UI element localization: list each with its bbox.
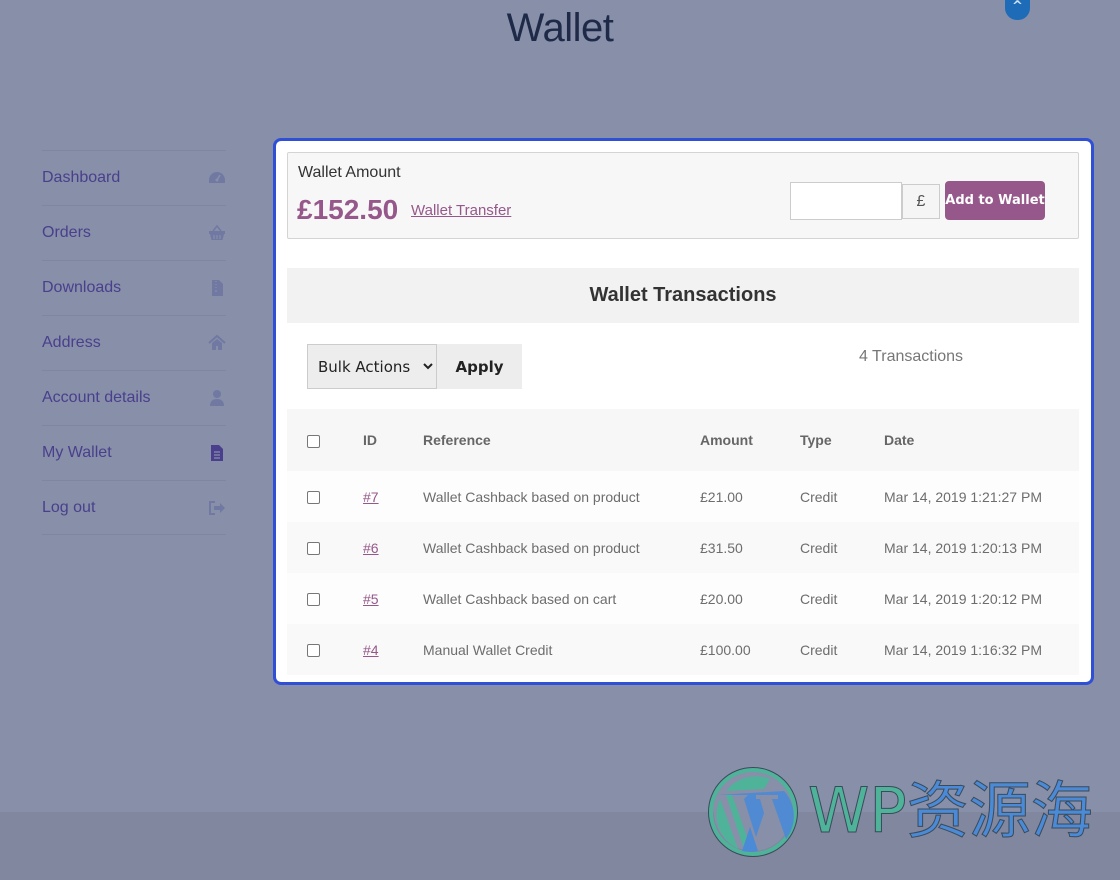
amount-cell: £100.00 <box>700 624 800 675</box>
apply-button[interactable]: Apply <box>437 344 522 389</box>
sign-out-icon <box>208 499 226 517</box>
date-cell: Mar 14, 2019 1:20:12 PM <box>884 573 1079 624</box>
select-all-checkbox[interactable] <box>307 434 320 448</box>
sidebar-item-label: Downloads <box>42 279 122 296</box>
wallet-balance: £152.50 <box>297 194 399 225</box>
row-checkbox[interactable] <box>307 644 320 658</box>
column-header-type: Type <box>800 409 884 471</box>
sidebar-item-orders[interactable]: Orders <box>42 205 226 260</box>
type-cell: Credit <box>800 471 884 522</box>
shopping-basket-icon <box>208 224 226 242</box>
amount-cell: £20.00 <box>700 573 800 624</box>
transaction-count: 4 Transactions <box>859 348 964 365</box>
select-all-cell <box>287 409 363 471</box>
sidebar-item-label: Address <box>42 334 101 351</box>
currency-symbol: £ <box>902 184 940 219</box>
row-select-cell <box>287 573 363 624</box>
row-checkbox[interactable] <box>307 542 320 556</box>
wallet-panel: Wallet Amount £152.50 Wallet Transfer £ … <box>273 138 1094 685</box>
amount-cell: £21.00 <box>700 471 800 522</box>
sidebar-item-dashboard[interactable]: Dashboard <box>42 150 226 205</box>
add-to-wallet-button[interactable]: Add to Wallet <box>945 181 1045 220</box>
sidebar-item-log-out[interactable]: Log out <box>42 480 226 535</box>
transactions-title: Wallet Transactions <box>287 268 1079 323</box>
transaction-id-link[interactable]: #7 <box>363 489 379 505</box>
table-row: #5 Wallet Cashback based on cart £20.00 … <box>287 573 1079 624</box>
topup-amount-input[interactable] <box>790 182 902 220</box>
transaction-id-link[interactable]: #6 <box>363 540 379 556</box>
date-cell: Mar 14, 2019 1:16:32 PM <box>884 624 1079 675</box>
home-icon <box>208 334 226 352</box>
file-text-icon <box>208 444 226 462</box>
user-icon <box>208 389 226 407</box>
wallet-transfer-link[interactable]: Wallet Transfer <box>411 202 511 219</box>
sidebar-item-label: Dashboard <box>42 169 121 186</box>
chevron-up-icon: ^ <box>1012 0 1023 14</box>
reference-cell: Wallet Cashback based on product <box>423 522 700 573</box>
type-cell: Credit <box>800 573 884 624</box>
watermark-cjk: 资源海 <box>906 777 1093 847</box>
sidebar-item-downloads[interactable]: Downloads <box>42 260 226 315</box>
column-header-id: ID <box>363 409 423 471</box>
date-cell: Mar 14, 2019 1:21:27 PM <box>884 471 1079 522</box>
file-archive-icon <box>208 279 226 297</box>
date-cell: Mar 14, 2019 1:20:13 PM <box>884 522 1079 573</box>
column-header-amount: Amount <box>700 409 800 471</box>
sidebar-item-label: Account details <box>42 389 151 406</box>
transactions-table: ID Reference Amount Type Date #7 Wallet … <box>287 409 1079 675</box>
sidebar-item-label: Log out <box>42 498 96 516</box>
table-row: #6 Wallet Cashback based on product £31.… <box>287 522 1079 573</box>
type-cell: Credit <box>800 624 884 675</box>
table-header-row: ID Reference Amount Type Date <box>287 409 1079 471</box>
row-checkbox[interactable] <box>307 491 320 505</box>
bulk-actions-select[interactable]: Bulk Actions <box>307 344 437 389</box>
amount-cell: £31.50 <box>700 522 800 573</box>
table-row: #4 Manual Wallet Credit £100.00 Credit M… <box>287 624 1079 675</box>
row-select-cell <box>287 522 363 573</box>
id-cell: #7 <box>363 471 423 522</box>
watermark: WP资源海 <box>706 765 1106 860</box>
id-cell: #6 <box>363 522 423 573</box>
wallet-balance-box: Wallet Amount £152.50 Wallet Transfer £ … <box>287 152 1079 239</box>
sidebar-item-account-details[interactable]: Account details <box>42 370 226 425</box>
wallet-amount-label: Wallet Amount <box>298 164 401 181</box>
sidebar-item-my-wallet[interactable]: My Wallet <box>42 425 226 480</box>
reference-cell: Wallet Cashback based on cart <box>423 573 700 624</box>
row-select-cell <box>287 624 363 675</box>
sidebar-item-label: My Wallet <box>42 444 112 461</box>
column-header-reference: Reference <box>423 409 700 471</box>
page-title: Wallet <box>506 6 614 50</box>
table-row: #7 Wallet Cashback based on product £21.… <box>287 471 1079 522</box>
type-cell: Credit <box>800 522 884 573</box>
id-cell: #4 <box>363 624 423 675</box>
row-checkbox[interactable] <box>307 593 320 607</box>
dashboard-gauge-icon <box>208 169 226 187</box>
watermark-latin: WP <box>808 774 908 847</box>
sidebar-item-address[interactable]: Address <box>42 315 226 370</box>
wordpress-logo-icon <box>708 767 798 857</box>
transaction-id-link[interactable]: #5 <box>363 591 379 607</box>
transaction-id-link[interactable]: #4 <box>363 642 379 658</box>
sidebar-item-label: Orders <box>42 224 91 241</box>
account-navigation: Dashboard Orders Downloads Address Accou… <box>42 150 226 535</box>
id-cell: #5 <box>363 573 423 624</box>
reference-cell: Wallet Cashback based on product <box>423 471 700 522</box>
row-select-cell <box>287 471 363 522</box>
column-header-date: Date <box>884 409 1079 471</box>
watermark-text: WP资源海 <box>808 774 1094 848</box>
reference-cell: Manual Wallet Credit <box>423 624 700 675</box>
